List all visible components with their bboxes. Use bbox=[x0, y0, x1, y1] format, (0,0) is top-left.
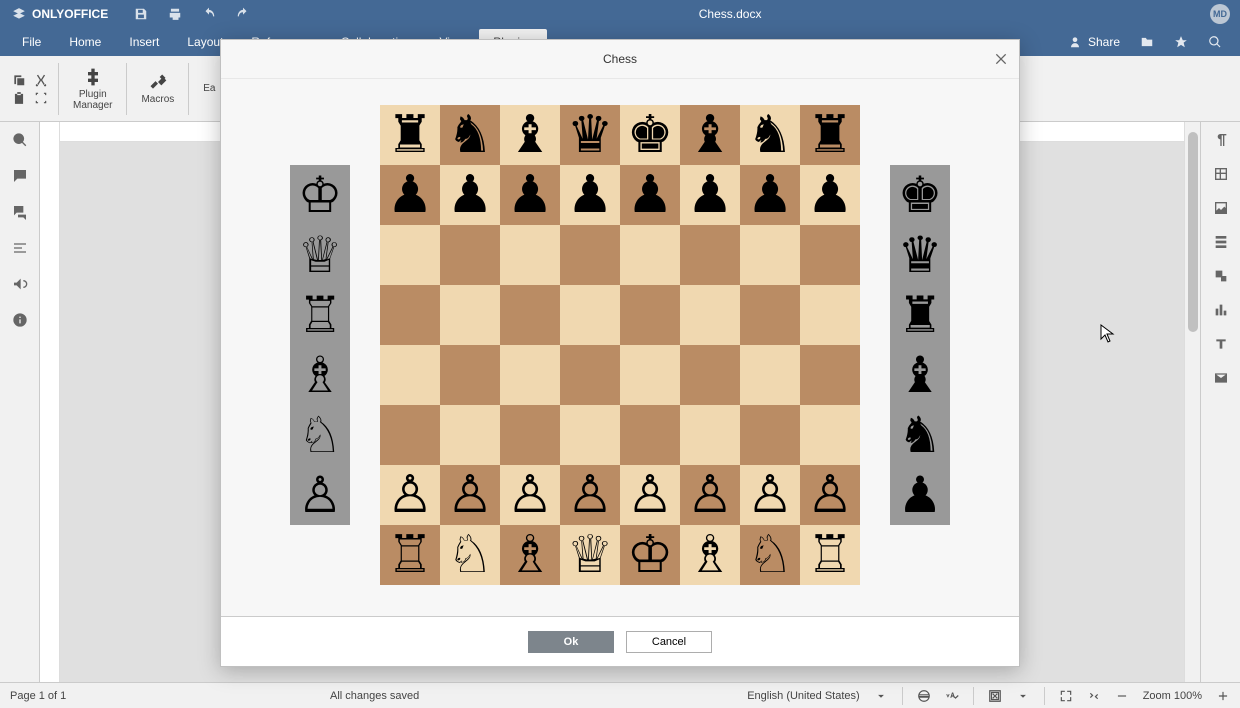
square-4-4[interactable] bbox=[620, 345, 680, 405]
square-1-0[interactable]: ♟ bbox=[380, 165, 440, 225]
square-0-7[interactable]: ♜ bbox=[800, 105, 860, 165]
square-4-3[interactable] bbox=[560, 345, 620, 405]
chess-board[interactable]: ♜♞♝♛♚♝♞♜♟♟♟♟♟♟♟♟♙♙♙♙♙♙♙♙♖♘♗♕♔♗♘♖ bbox=[380, 105, 860, 585]
square-5-7[interactable] bbox=[800, 405, 860, 465]
chess-area: ♔♕♖♗♘♙ ♜♞♝♛♚♝♞♜♟♟♟♟♟♟♟♟♙♙♙♙♙♙♙♙♖♘♗♕♔♗♘♖ … bbox=[290, 105, 950, 585]
square-4-5[interactable] bbox=[680, 345, 740, 405]
square-6-4[interactable]: ♙ bbox=[620, 465, 680, 525]
close-icon[interactable] bbox=[993, 51, 1009, 67]
captured-wk: ♔ bbox=[290, 165, 350, 225]
square-1-1[interactable]: ♟ bbox=[440, 165, 500, 225]
cancel-button[interactable]: Cancel bbox=[626, 631, 712, 653]
captured-wn: ♘ bbox=[290, 405, 350, 465]
square-4-0[interactable] bbox=[380, 345, 440, 405]
square-3-0[interactable] bbox=[380, 285, 440, 345]
square-0-4[interactable]: ♚ bbox=[620, 105, 680, 165]
square-7-1[interactable]: ♘ bbox=[440, 525, 500, 585]
square-3-3[interactable] bbox=[560, 285, 620, 345]
modal-footer: Ok Cancel bbox=[221, 616, 1019, 666]
square-6-6[interactable]: ♙ bbox=[740, 465, 800, 525]
square-7-5[interactable]: ♗ bbox=[680, 525, 740, 585]
square-1-6[interactable]: ♟ bbox=[740, 165, 800, 225]
captured-wq: ♕ bbox=[290, 225, 350, 285]
captured-bk: ♚ bbox=[890, 165, 950, 225]
modal-body: ♔♕♖♗♘♙ ♜♞♝♛♚♝♞♜♟♟♟♟♟♟♟♟♙♙♙♙♙♙♙♙♖♘♗♕♔♗♘♖ … bbox=[221, 79, 1019, 616]
square-2-4[interactable] bbox=[620, 225, 680, 285]
captured-bp: ♟ bbox=[890, 465, 950, 525]
square-1-7[interactable]: ♟ bbox=[800, 165, 860, 225]
square-0-5[interactable]: ♝ bbox=[680, 105, 740, 165]
square-5-0[interactable] bbox=[380, 405, 440, 465]
captured-bb: ♝ bbox=[890, 345, 950, 405]
square-5-2[interactable] bbox=[500, 405, 560, 465]
square-7-6[interactable]: ♘ bbox=[740, 525, 800, 585]
square-0-3[interactable]: ♛ bbox=[560, 105, 620, 165]
ok-button[interactable]: Ok bbox=[528, 631, 614, 653]
square-3-6[interactable] bbox=[740, 285, 800, 345]
modal-header: Chess bbox=[221, 40, 1019, 79]
square-5-6[interactable] bbox=[740, 405, 800, 465]
square-1-2[interactable]: ♟ bbox=[500, 165, 560, 225]
captured-wb: ♗ bbox=[290, 345, 350, 405]
square-1-3[interactable]: ♟ bbox=[560, 165, 620, 225]
square-6-1[interactable]: ♙ bbox=[440, 465, 500, 525]
captured-bn: ♞ bbox=[890, 405, 950, 465]
square-4-7[interactable] bbox=[800, 345, 860, 405]
square-6-0[interactable]: ♙ bbox=[380, 465, 440, 525]
square-5-5[interactable] bbox=[680, 405, 740, 465]
square-4-2[interactable] bbox=[500, 345, 560, 405]
square-2-5[interactable] bbox=[680, 225, 740, 285]
modal-backdrop: Chess ♔♕♖♗♘♙ ♜♞♝♛♚♝♞♜♟♟♟♟♟♟♟♟♙♙♙♙♙♙♙♙♖♘♗… bbox=[0, 0, 1240, 708]
square-3-7[interactable] bbox=[800, 285, 860, 345]
square-2-0[interactable] bbox=[380, 225, 440, 285]
square-4-1[interactable] bbox=[440, 345, 500, 405]
captured-br: ♜ bbox=[890, 285, 950, 345]
square-0-2[interactable]: ♝ bbox=[500, 105, 560, 165]
square-0-1[interactable]: ♞ bbox=[440, 105, 500, 165]
square-7-4[interactable]: ♔ bbox=[620, 525, 680, 585]
square-2-6[interactable] bbox=[740, 225, 800, 285]
square-5-1[interactable] bbox=[440, 405, 500, 465]
captured-bq: ♛ bbox=[890, 225, 950, 285]
square-3-5[interactable] bbox=[680, 285, 740, 345]
square-2-3[interactable] bbox=[560, 225, 620, 285]
captured-wp: ♙ bbox=[290, 465, 350, 525]
square-7-0[interactable]: ♖ bbox=[380, 525, 440, 585]
square-6-5[interactable]: ♙ bbox=[680, 465, 740, 525]
square-7-3[interactable]: ♕ bbox=[560, 525, 620, 585]
square-2-2[interactable] bbox=[500, 225, 560, 285]
square-7-7[interactable]: ♖ bbox=[800, 525, 860, 585]
square-6-2[interactable]: ♙ bbox=[500, 465, 560, 525]
captured-wr: ♖ bbox=[290, 285, 350, 345]
square-5-3[interactable] bbox=[560, 405, 620, 465]
captured-black: ♚♛♜♝♞♟ bbox=[890, 165, 950, 525]
captured-white: ♔♕♖♗♘♙ bbox=[290, 165, 350, 525]
square-1-5[interactable]: ♟ bbox=[680, 165, 740, 225]
square-7-2[interactable]: ♗ bbox=[500, 525, 560, 585]
square-6-3[interactable]: ♙ bbox=[560, 465, 620, 525]
square-2-7[interactable] bbox=[800, 225, 860, 285]
square-2-1[interactable] bbox=[440, 225, 500, 285]
square-3-4[interactable] bbox=[620, 285, 680, 345]
square-6-7[interactable]: ♙ bbox=[800, 465, 860, 525]
square-1-4[interactable]: ♟ bbox=[620, 165, 680, 225]
square-3-1[interactable] bbox=[440, 285, 500, 345]
modal-title: Chess bbox=[603, 52, 637, 66]
square-4-6[interactable] bbox=[740, 345, 800, 405]
square-0-0[interactable]: ♜ bbox=[380, 105, 440, 165]
chess-modal: Chess ♔♕♖♗♘♙ ♜♞♝♛♚♝♞♜♟♟♟♟♟♟♟♟♙♙♙♙♙♙♙♙♖♘♗… bbox=[220, 39, 1020, 667]
square-5-4[interactable] bbox=[620, 405, 680, 465]
square-3-2[interactable] bbox=[500, 285, 560, 345]
square-0-6[interactable]: ♞ bbox=[740, 105, 800, 165]
